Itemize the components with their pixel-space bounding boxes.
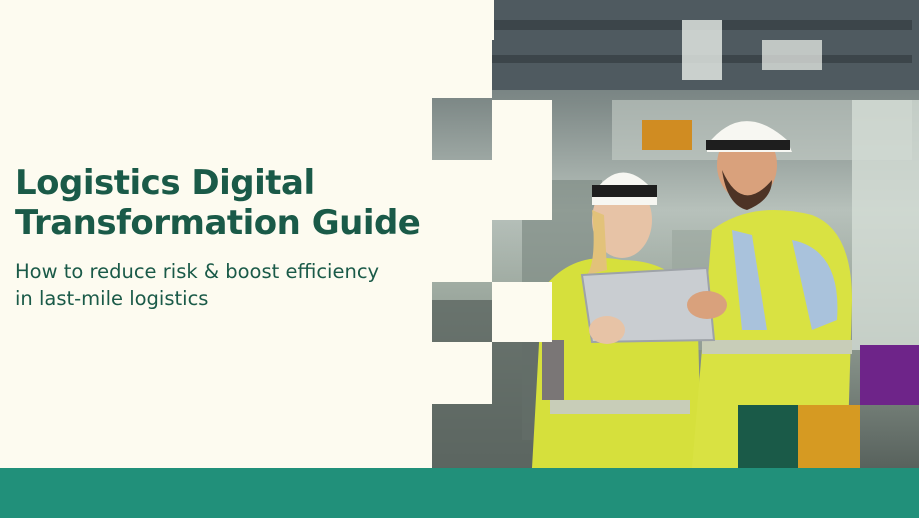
purple-square <box>860 345 919 405</box>
page-title: Logistics Digital Transformation Guide <box>15 163 421 243</box>
edge-notch <box>432 0 494 40</box>
edge-notch <box>432 160 552 220</box>
edge-notch <box>492 282 552 342</box>
warehouse-workers-illustration <box>432 0 919 468</box>
footer-bar <box>0 468 919 518</box>
edge-notch <box>432 40 492 98</box>
hero-text-panel: Logistics Digital Transformation Guide H… <box>0 0 432 468</box>
title-line-2: Transformation Guide <box>15 203 421 243</box>
page-subtitle: How to reduce risk & boost efficiency in… <box>15 258 379 312</box>
title-line-1: Logistics Digital <box>15 163 315 203</box>
dark-green-square <box>738 405 798 468</box>
edge-notch <box>432 342 492 404</box>
subtitle-line-1: How to reduce risk & boost efficiency <box>15 260 380 283</box>
hero-photo <box>432 0 919 468</box>
edge-notch <box>492 100 552 160</box>
edge-notch <box>432 220 492 282</box>
gold-square <box>798 405 860 468</box>
subtitle-line-2: in last-mile logistics <box>15 287 209 310</box>
